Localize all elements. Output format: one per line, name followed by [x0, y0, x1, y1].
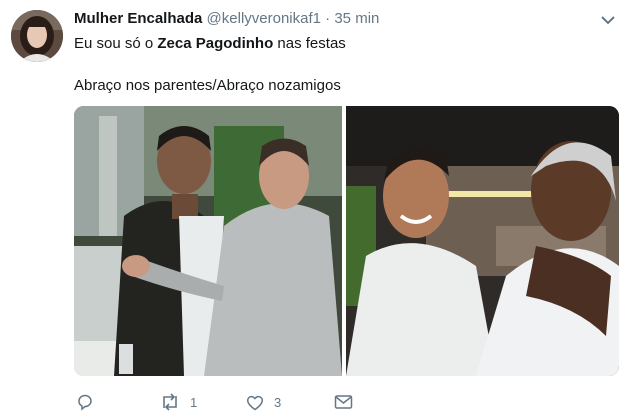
timestamp[interactable]: 35 min — [334, 10, 379, 27]
avatar[interactable] — [11, 10, 63, 62]
heart-icon — [246, 394, 264, 411]
reply-button[interactable] — [76, 391, 104, 413]
reply-icon — [76, 393, 94, 411]
retweet-count: 1 — [190, 394, 198, 410]
separator-dot: · — [325, 10, 331, 27]
tweet-header: Mulher Encalhada @kellyveronikaf1 · 35 m… — [74, 10, 379, 27]
tweet-text-bold: Zeca Pagodinho — [157, 35, 274, 52]
tweet-card[interactable]: Mulher Encalhada @kellyveronikaf1 · 35 m… — [0, 0, 629, 420]
tweet-actions: 1 3 — [0, 391, 629, 413]
tweet-photo-right[interactable] — [346, 106, 619, 376]
direct-message-button[interactable] — [334, 391, 353, 413]
tweet-photo-left[interactable] — [74, 106, 342, 376]
user-handle[interactable]: @kellyveronikaf1 — [207, 10, 321, 27]
display-name[interactable]: Mulher Encalhada — [74, 10, 202, 27]
tweet-text-line2: Abraço nos parentes/Abraço nozamigos — [74, 77, 341, 94]
tweet-text-before: Eu sou só o — [74, 35, 158, 52]
tweet-text-line1: Eu sou só o Zeca Pagodinho nas festas — [74, 35, 346, 52]
chevron-down-icon[interactable] — [596, 8, 620, 32]
like-count: 3 — [274, 394, 282, 410]
tweet-text-after: nas festas — [273, 35, 346, 52]
retweet-icon — [160, 393, 180, 411]
avatar-image — [11, 10, 63, 62]
retweet-button[interactable]: 1 — [160, 391, 197, 413]
envelope-icon — [334, 394, 353, 410]
like-button[interactable]: 3 — [246, 391, 281, 413]
